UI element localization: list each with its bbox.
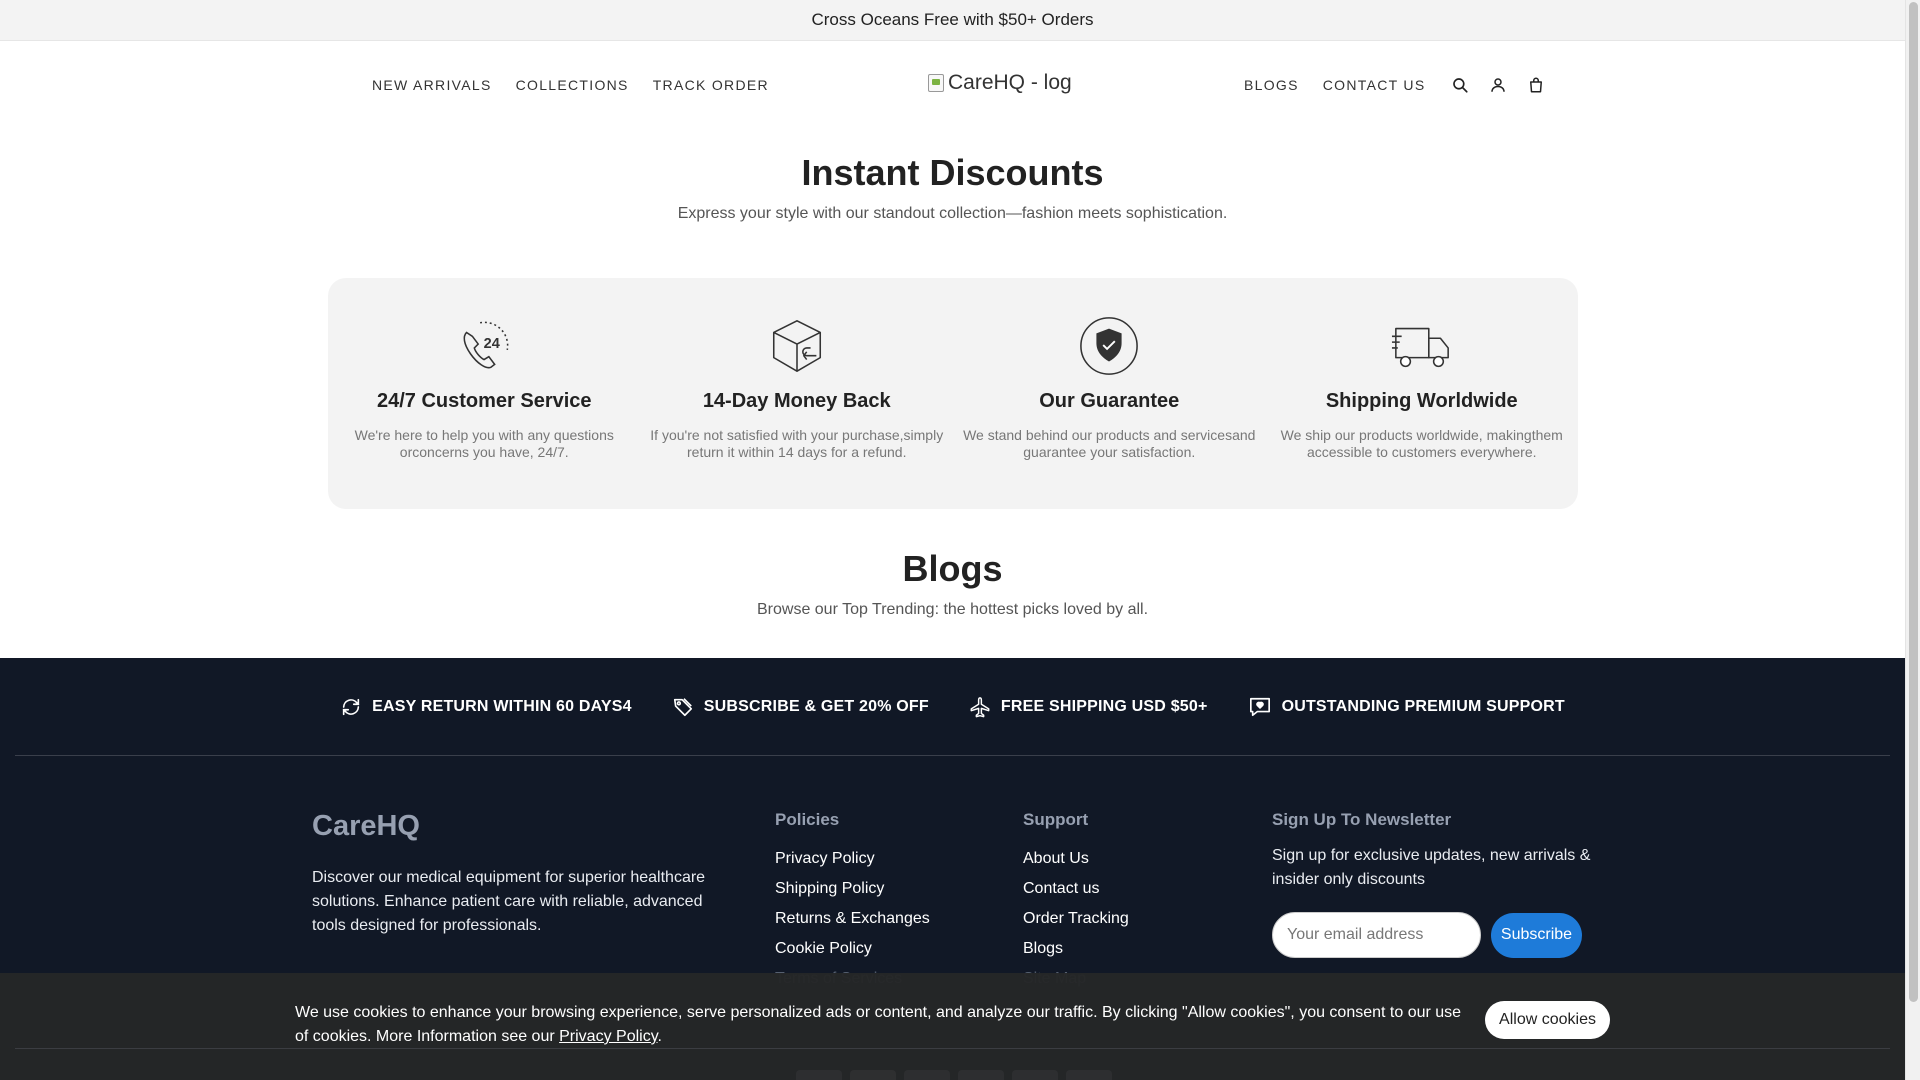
nav-blogs[interactable]: BLOGS bbox=[1244, 77, 1299, 93]
feature-desc: We're here to help you with any question… bbox=[354, 427, 614, 460]
newsletter-form: Subscribe bbox=[1272, 912, 1592, 958]
link-cookie-policy[interactable]: Cookie Policy bbox=[775, 934, 930, 964]
perk-label: FREE SHIPPING USD $50+ bbox=[1000, 697, 1208, 715]
perk-premium-support: OUTSTANDING PREMIUM SUPPORT bbox=[1248, 696, 1565, 718]
link-order-tracking[interactable]: Order Tracking bbox=[1023, 904, 1129, 934]
footer-newsletter: Sign Up To Newsletter Sign up for exclus… bbox=[1272, 810, 1592, 958]
newsletter-title: Sign Up To Newsletter bbox=[1272, 810, 1452, 829]
perk-free-shipping: FREE SHIPPING USD $50+ bbox=[969, 696, 1208, 718]
email-field[interactable] bbox=[1272, 912, 1481, 958]
link-contact-us[interactable]: Contact us bbox=[1023, 874, 1129, 904]
footer-divider bbox=[15, 755, 1890, 756]
link-privacy-policy[interactable]: Privacy Policy bbox=[775, 844, 930, 874]
header-actions bbox=[1450, 41, 1546, 128]
feature-title: 24/7 Customer Service bbox=[376, 390, 592, 412]
feature-title: 14-Day Money Back bbox=[702, 390, 891, 412]
perks-bar: EASY RETURN WITHIN 60 DAYS4 SUBSCRIBE & … bbox=[0, 658, 1905, 755]
support-title: Support bbox=[1023, 810, 1089, 829]
perk-label: SUBSCRIBE & GET 20% OFF bbox=[703, 697, 929, 715]
airplane-icon bbox=[970, 696, 990, 717]
blogs-title: Blogs bbox=[902, 548, 1003, 589]
search-icon[interactable] bbox=[1450, 75, 1470, 95]
site-header: NEW ARRIVALS COLLECTIONS TRACK ORDER Car… bbox=[0, 41, 1905, 128]
link-shipping-policy[interactable]: Shipping Policy bbox=[775, 874, 930, 904]
feature-guarantee: Our Guarantee We stand behind our produc… bbox=[953, 278, 1266, 509]
cookie-divider bbox=[15, 1048, 1890, 1049]
cart-icon[interactable] bbox=[1526, 75, 1546, 95]
footer-brand-desc: Discover our medical equipment for super… bbox=[312, 869, 706, 934]
delivery-truck-icon bbox=[1390, 314, 1454, 378]
shield-check-icon bbox=[1077, 314, 1141, 378]
feature-badge-text: 24 bbox=[484, 336, 500, 352]
site-logo[interactable]: CareHQ - log bbox=[928, 71, 1072, 95]
nav-contact-us[interactable]: CONTACT US bbox=[1323, 77, 1426, 93]
feature-panel: 24 24/7 Customer Service We're here to h… bbox=[328, 278, 1578, 509]
feature-desc: We ship our products worldwide, makingth… bbox=[1280, 427, 1563, 460]
allow-cookies-button[interactable]: Allow cookies bbox=[1485, 1001, 1610, 1039]
perk-subscribe: SUBSCRIBE & GET 20% OFF bbox=[672, 696, 929, 718]
user-icon[interactable] bbox=[1488, 75, 1508, 95]
refresh-icon bbox=[342, 698, 360, 715]
blogs-subtitle: Browse our Top Trending: the hottest pic… bbox=[756, 601, 1149, 618]
perk-easy-return: EASY RETURN WITHIN 60 DAYS4 bbox=[340, 696, 632, 718]
link-blogs[interactable]: Blogs bbox=[1023, 934, 1129, 964]
feature-money-back: 14-Day Money Back If you're not satisfie… bbox=[641, 278, 954, 509]
perk-label: OUTSTANDING PREMIUM SUPPORT bbox=[1281, 697, 1565, 715]
phone-24-icon: 24 bbox=[452, 314, 516, 378]
tag-icon bbox=[673, 697, 692, 716]
cookie-privacy-link[interactable]: Privacy Policy bbox=[559, 1028, 657, 1045]
cookie-message: We use cookies to enhance your browsing … bbox=[295, 1001, 1475, 1049]
link-about-us[interactable]: About Us bbox=[1023, 844, 1129, 874]
perk-label: EASY RETURN WITHIN 60 DAYS4 bbox=[372, 697, 632, 715]
scrollbar-thumb[interactable] bbox=[1909, 2, 1918, 1002]
feature-desc: We stand behind our products and service… bbox=[963, 427, 1256, 460]
footer-support: Support About Us Contact us Order Tracki… bbox=[1023, 810, 1129, 994]
newsletter-desc: Sign up for exclusive updates, new arriv… bbox=[1272, 847, 1591, 888]
announcement-bar: Cross Oceans Free with $50+ Orders bbox=[0, 0, 1905, 41]
subscribe-button[interactable]: Subscribe bbox=[1491, 912, 1582, 958]
feature-desc: If you're not satisfied with your purcha… bbox=[650, 427, 944, 460]
footer-policies: Policies Privacy Policy Shipping Policy … bbox=[775, 810, 930, 994]
logo-alt-text: CareHQ - log bbox=[948, 71, 1072, 94]
nav-track-order[interactable]: TRACK ORDER bbox=[653, 77, 769, 93]
feature-title: Shipping Worldwide bbox=[1325, 390, 1518, 412]
feature-customer-service: 24 24/7 Customer Service We're here to h… bbox=[328, 278, 641, 509]
discounts-subtitle: Express your style with our standout col… bbox=[677, 205, 1228, 222]
page-scrollbar[interactable] bbox=[1905, 0, 1920, 1080]
nav-collections[interactable]: COLLECTIONS bbox=[516, 77, 629, 93]
feature-title: Our Guarantee bbox=[1039, 390, 1180, 412]
link-returns-exchanges[interactable]: Returns & Exchanges bbox=[775, 904, 930, 934]
primary-nav-right: BLOGS CONTACT US bbox=[1244, 41, 1425, 128]
cookie-text: We use cookies to enhance your browsing … bbox=[295, 1004, 1462, 1045]
broken-image-icon bbox=[928, 74, 944, 92]
cookie-banner: We use cookies to enhance your browsing … bbox=[0, 973, 1905, 1080]
support-chat-icon bbox=[1249, 697, 1270, 716]
cookie-tail: . bbox=[657, 1028, 662, 1045]
box-return-icon bbox=[765, 314, 829, 378]
discounts-title: Instant Discounts bbox=[801, 152, 1104, 193]
announcement-text: Cross Oceans Free with $50+ Orders bbox=[811, 10, 1094, 29]
page: Cross Oceans Free with $50+ Orders NEW A… bbox=[0, 0, 1905, 1080]
feature-shipping: Shipping Worldwide We ship our products … bbox=[1266, 278, 1579, 509]
footer-brand: CareHQ bbox=[312, 810, 420, 842]
policies-title: Policies bbox=[775, 810, 840, 829]
primary-nav-left: NEW ARRIVALS COLLECTIONS TRACK ORDER bbox=[372, 41, 769, 128]
nav-new-arrivals[interactable]: NEW ARRIVALS bbox=[372, 77, 492, 93]
